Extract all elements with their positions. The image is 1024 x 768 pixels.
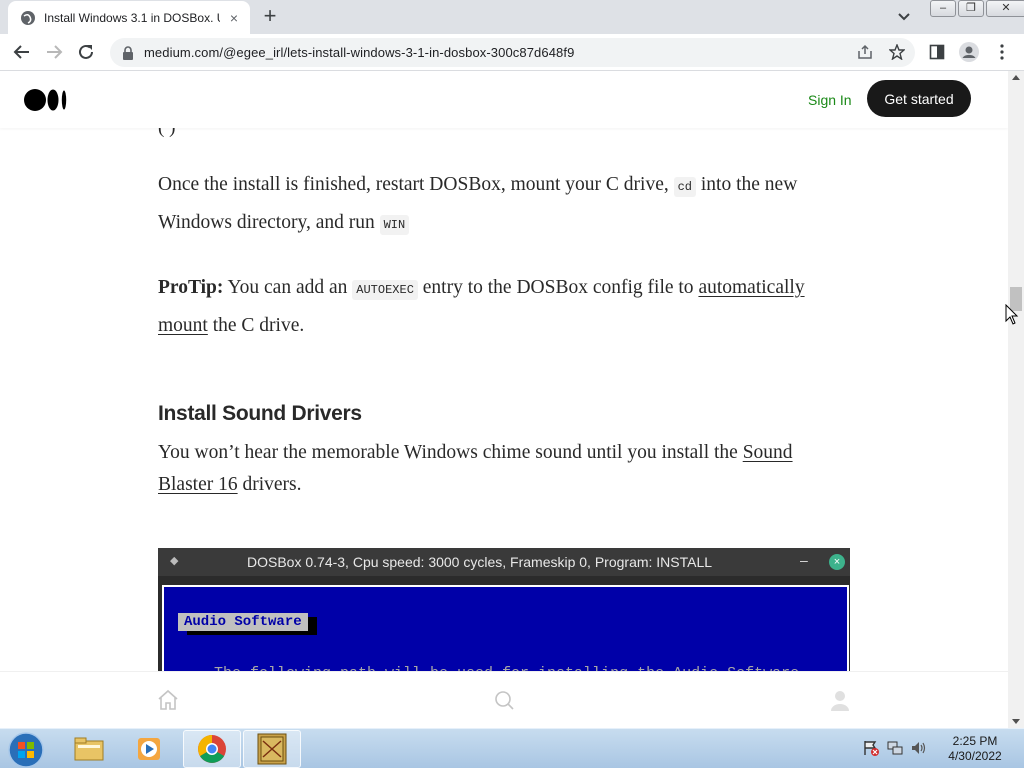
side-panel-button[interactable] bbox=[925, 40, 949, 64]
share-icon bbox=[858, 44, 872, 59]
minimize-window-button[interactable]: – bbox=[930, 0, 956, 17]
more-vert-icon bbox=[1000, 44, 1004, 60]
network-icon[interactable] bbox=[886, 739, 906, 757]
star-icon bbox=[889, 44, 905, 60]
dosbox-minimize-icon: – bbox=[800, 552, 808, 568]
user-avatar-icon[interactable] bbox=[828, 688, 852, 712]
bookmark-button[interactable] bbox=[885, 40, 909, 64]
lock-icon bbox=[123, 45, 133, 60]
tab-close-icon[interactable]: × bbox=[226, 10, 242, 26]
text: You won’t hear the memorable Windows chi… bbox=[158, 442, 743, 463]
reload-button[interactable] bbox=[74, 40, 98, 64]
paragraph-protip: ProTip: You can add an AUTOEXEC entry to… bbox=[158, 270, 850, 344]
page-scrollbar[interactable] bbox=[1008, 71, 1024, 728]
clock-date: 4/30/2022 bbox=[948, 749, 1002, 763]
action-center-flag-icon[interactable] bbox=[862, 739, 882, 757]
restore-window-button[interactable]: ❐ bbox=[958, 0, 984, 17]
text: drivers. bbox=[237, 474, 302, 495]
mouse-cursor-icon bbox=[1005, 304, 1019, 325]
side-panel-icon bbox=[929, 44, 945, 60]
page-viewport: Sign In Get started ( ) Once the install… bbox=[0, 71, 1008, 728]
volume-icon[interactable] bbox=[910, 739, 930, 757]
text: entry to the DOSBox config file to bbox=[417, 277, 699, 298]
browser-tab[interactable]: Install Windows 3.1 in DOSBox. U × bbox=[8, 1, 250, 34]
screen: Install Windows 3.1 in DOSBox. U × + – ❐… bbox=[0, 0, 1024, 768]
scroll-up-arrow-icon[interactable] bbox=[1012, 75, 1020, 80]
sign-in-link[interactable]: Sign In bbox=[808, 92, 852, 108]
dosbox-icon bbox=[257, 733, 287, 765]
forward-button[interactable] bbox=[42, 40, 66, 64]
reload-icon bbox=[79, 44, 93, 59]
bottom-nav-bar bbox=[0, 671, 1008, 728]
window-controls: – ❐ ✕ bbox=[928, 0, 1024, 17]
dosbox-close-icon: × bbox=[829, 554, 845, 570]
address-bar[interactable]: medium.com/@egee_irl/lets-install-window… bbox=[110, 38, 915, 67]
text: Once the install is finished, restart DO… bbox=[158, 174, 674, 195]
tab-strip: Install Windows 3.1 in DOSBox. U × + – ❐… bbox=[0, 0, 1024, 34]
text: You can add an bbox=[223, 277, 353, 298]
new-tab-button[interactable]: + bbox=[258, 5, 282, 29]
profile-button[interactable] bbox=[957, 40, 981, 64]
globe-icon bbox=[21, 10, 35, 25]
share-button[interactable] bbox=[853, 40, 877, 64]
dosbox-audio-software-label: Audio Software bbox=[178, 613, 308, 631]
get-started-button[interactable]: Get started bbox=[867, 80, 971, 117]
medium-logo-icon[interactable] bbox=[24, 88, 68, 112]
back-arrow-icon bbox=[13, 45, 29, 59]
profile-avatar-icon bbox=[959, 42, 979, 62]
code-win: WIN bbox=[379, 215, 410, 235]
tab-search-chevron-icon[interactable] bbox=[894, 8, 914, 26]
paragraph-restart: Once the install is finished, restart DO… bbox=[158, 167, 850, 243]
home-icon[interactable] bbox=[156, 688, 180, 712]
browser-menu-button[interactable] bbox=[990, 40, 1014, 64]
site-header: Sign In Get started bbox=[0, 71, 1008, 128]
dosbox-titlebar: ◆ DOSBox 0.74-3, Cpu speed: 3000 cycles,… bbox=[158, 548, 850, 576]
close-window-button[interactable]: ✕ bbox=[986, 0, 1024, 17]
protip-label: ProTip: bbox=[158, 277, 224, 298]
taskbar-clock[interactable]: 2:25 PM 4/30/2022 bbox=[940, 734, 1010, 764]
folder-icon bbox=[74, 737, 104, 761]
taskbar-dosbox[interactable] bbox=[243, 730, 301, 768]
paragraph-sound: You won’t hear the memorable Windows chi… bbox=[158, 437, 850, 501]
forward-arrow-icon bbox=[47, 45, 63, 59]
dosbox-system-menu-icon: ◆ bbox=[170, 555, 179, 567]
search-icon[interactable] bbox=[492, 688, 516, 712]
chrome-icon bbox=[198, 735, 226, 763]
clock-time: 2:25 PM bbox=[952, 734, 998, 748]
taskbar-explorer[interactable] bbox=[60, 730, 118, 768]
url-text: medium.com/@egee_irl/lets-install-window… bbox=[144, 45, 575, 60]
system-tray bbox=[862, 739, 934, 757]
tab-title: Install Windows 3.1 in DOSBox. U bbox=[44, 10, 220, 25]
dosbox-title: DOSBox 0.74-3, Cpu speed: 3000 cycles, F… bbox=[247, 554, 713, 570]
code-autoexec: AUTOEXEC bbox=[352, 280, 418, 300]
windows-start-button-icon[interactable] bbox=[6, 731, 46, 768]
text: the C drive. bbox=[207, 315, 305, 336]
taskbar-media-player[interactable] bbox=[120, 730, 178, 768]
browser-toolbar: medium.com/@egee_irl/lets-install-window… bbox=[0, 34, 1024, 71]
taskbar-chrome[interactable] bbox=[183, 730, 241, 768]
scroll-down-arrow-icon[interactable] bbox=[1012, 719, 1020, 724]
section-heading: Install Sound Drivers bbox=[158, 402, 362, 425]
media-player-icon bbox=[138, 738, 160, 760]
back-button[interactable] bbox=[10, 40, 34, 64]
code-cd: cd bbox=[673, 177, 697, 197]
windows-taskbar: 2:25 PM 4/30/2022 bbox=[0, 728, 1024, 768]
